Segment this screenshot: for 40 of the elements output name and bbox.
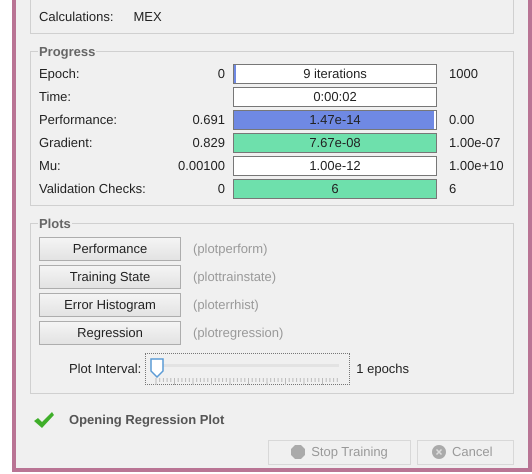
- calculations-label: Calculations:: [39, 8, 114, 26]
- plot-function: (plotregression): [193, 324, 284, 342]
- start-value: 0.691: [192, 112, 225, 127]
- progress-text: 1.47e-14: [309, 110, 361, 129]
- end-value: 6: [449, 180, 456, 198]
- start-value: 0: [218, 180, 225, 196]
- progress-label: Performance:: [39, 110, 118, 129]
- plot-interval-value: 1 epochs: [356, 360, 410, 378]
- status-message: Opening Regression Plot: [69, 411, 224, 429]
- end-value: 1.00e-07: [449, 134, 500, 152]
- progress-label: Time:: [39, 88, 72, 106]
- progress-label: Epoch:: [39, 64, 80, 83]
- progress-text: 6: [331, 180, 339, 198]
- cancel-icon: [432, 445, 446, 459]
- progress-title: Progress: [38, 43, 96, 61]
- plot-button[interactable]: Training State: [39, 265, 181, 289]
- end-value: 0.00: [449, 110, 474, 129]
- plot-function: (plotperform): [193, 240, 268, 258]
- plot-function: (plottrainstate): [193, 268, 276, 286]
- plot-button[interactable]: Regression: [39, 321, 181, 345]
- progress-text: 9 iterations: [303, 64, 367, 83]
- progress-label: Gradient:: [39, 134, 94, 152]
- start-value: 0: [218, 66, 225, 81]
- plot-button[interactable]: Performance: [39, 237, 181, 261]
- plot-interval-slider[interactable]: [145, 353, 350, 385]
- progress-text: 7.67e-08: [309, 134, 361, 152]
- plot-function: (ploterrhist): [193, 296, 259, 314]
- end-value: 1000: [449, 64, 478, 83]
- plot-button[interactable]: Error Histogram: [39, 293, 181, 317]
- checkmark-icon: [33, 410, 55, 429]
- start-value: 0.829: [192, 134, 225, 150]
- plots-title: Plots: [38, 214, 72, 232]
- progress-label: Validation Checks:: [39, 180, 147, 198]
- calculations-value: MEX: [133, 8, 162, 26]
- slider-thumb[interactable]: [150, 358, 164, 378]
- start-value: 0.00100: [178, 158, 225, 173]
- progress-label: Mu:: [39, 156, 62, 175]
- end-value: 1.00e+10: [449, 156, 504, 175]
- plot-interval-label: Plot Interval:: [69, 360, 142, 378]
- stop-icon: [291, 445, 306, 459]
